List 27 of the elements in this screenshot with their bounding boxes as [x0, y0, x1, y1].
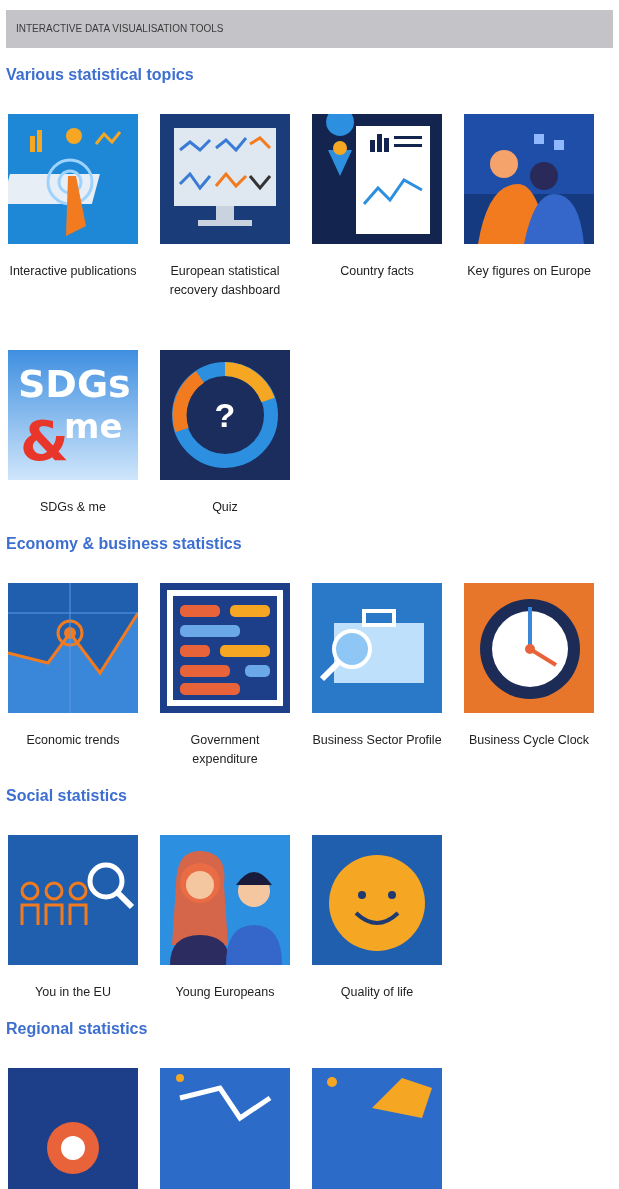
tool-link[interactable]: Business Cycle Clock [464, 731, 594, 750]
target-illustration[interactable] [8, 1068, 138, 1189]
briefcase-magnifier-illustration[interactable] [312, 583, 442, 713]
tool-link[interactable]: Quiz [160, 498, 290, 517]
tool-link[interactable]: Country facts [312, 262, 442, 281]
monitor-charts-illustration[interactable] [160, 114, 290, 244]
tool-link[interactable]: SDGs & me [8, 498, 138, 517]
tool-link[interactable]: European statistical recovery dashboard [160, 262, 290, 300]
people-magnifier-illustration[interactable] [8, 835, 138, 965]
section-title: Regional statistics [6, 1019, 149, 1039]
section-title: Social statistics [6, 786, 128, 806]
section-header-bar: INTERACTIVE DATA VISUALISATION TOOLS [6, 10, 613, 48]
tool-link[interactable]: You in the EU [8, 983, 138, 1002]
section-title: Economy & business statistics [6, 534, 243, 554]
tool-link[interactable]: Economic trends [8, 731, 138, 750]
abacus-illustration[interactable] [160, 583, 290, 713]
two-young-people-illustration[interactable] [160, 835, 290, 965]
map-pin-document-illustration[interactable] [312, 114, 442, 244]
smiley-face-illustration[interactable] [312, 835, 442, 965]
tool-link[interactable]: Young Europeans [160, 983, 290, 1002]
section-title: Various statistical topics [6, 65, 195, 85]
tool-link[interactable]: Key figures on Europe [464, 262, 594, 281]
tool-link[interactable]: Quality of life [312, 983, 442, 1002]
tool-link[interactable]: Interactive publications [8, 262, 138, 281]
tool-link[interactable]: Business Sector Profile [312, 731, 442, 750]
tool-link[interactable]: Government expenditure [160, 731, 290, 769]
question-ring-illustration[interactable]: ? [160, 350, 290, 480]
